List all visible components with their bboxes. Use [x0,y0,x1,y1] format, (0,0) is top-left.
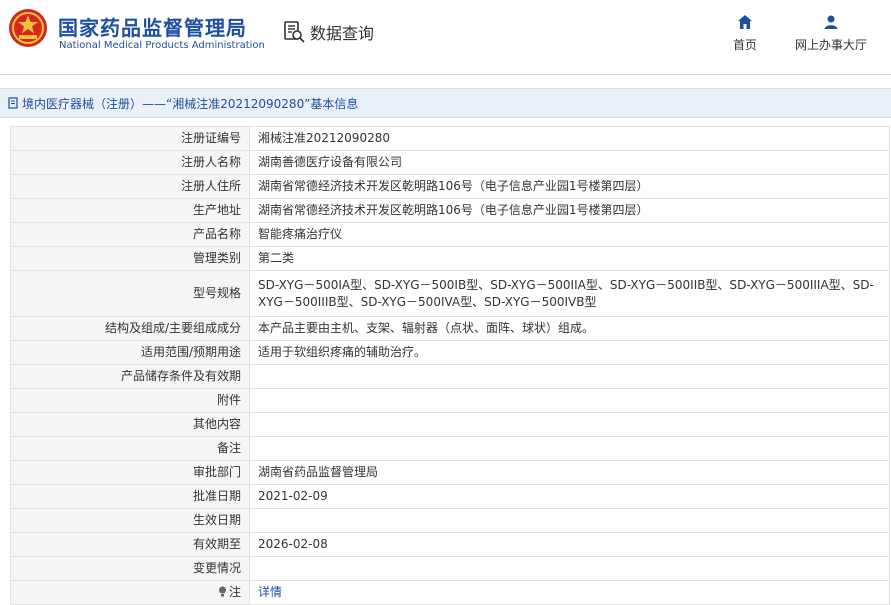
field-value [249,412,890,437]
doc-icon [8,97,18,109]
table-row: 变更情况 [10,556,890,581]
nav-home-label: 首页 [733,38,758,52]
data-query-link[interactable]: 数据查询 [282,20,374,44]
field-value [249,388,890,413]
field-label: 型号规格 [10,270,250,317]
table-row: 生产地址 湖南省常德经济技术开发区乾明路106号（电子信息产业园1号楼第四层） [10,198,890,223]
field-label: 批准日期 [10,484,250,509]
field-label: 生效日期 [10,508,250,533]
field-value: 第二类 [249,246,890,271]
field-value [249,556,890,581]
table-row: 备注 [10,436,890,461]
field-label: 附件 [10,388,250,413]
table-row: 有效期至 2026-02-08 [10,532,890,557]
field-label: 结构及组成/主要组成成分 [10,316,250,341]
table-row: 附件 [10,388,890,413]
field-value: 湖南善德医疗设备有限公司 [249,150,890,175]
field-label: 注册人名称 [10,150,250,175]
breadcrumb-text: 境内医疗器械（注册）——“湘械注准20212090280”基本信息 [22,96,359,111]
field-value: 湖南省药品监督管理局 [249,460,890,485]
field-value: 本产品主要由主机、支架、辐射器（点状、面阵、球状）组成。 [249,316,890,341]
field-label: 管理类别 [10,246,250,271]
site-name-cn[interactable]: 国家药品监督管理局 [58,12,247,41]
field-label-note: 注 [10,580,250,605]
table-row: 管理类别 第二类 [10,246,890,271]
data-query-label: 数据查询 [310,24,375,43]
note-label: 注 [228,585,241,599]
nav-online-service-hall-label: 网上办事大厅 [795,38,868,52]
data-query-icon [284,21,305,43]
table-row: 注册人名称 湖南善德医疗设备有限公司 [10,150,890,175]
table-row: 审批部门 湖南省药品监督管理局 [10,460,890,485]
registration-info-table: 注册证编号 湘械注准20212090280 注册人名称 湖南善德医疗设备有限公司 注… [10,126,890,605]
field-value: 智能疼痛治疗仪 [249,222,890,247]
field-label: 产品名称 [10,222,250,247]
field-value: 适用于软组织疼痛的辅助治疗。 [249,340,890,365]
field-value: 湖南省常德经济技术开发区乾明路106号（电子信息产业园1号楼第四层） [249,174,890,199]
table-row: 型号规格 SD-XYG－500IA型、SD-XYG－500IB型、SD-XYG－5… [10,270,890,317]
field-label: 适用范围/预期用途 [10,340,250,365]
breadcrumb-link[interactable]: 境内医疗器械（注册）——“湘械注准20212090280”基本信息 [8,95,358,112]
field-label: 注册人住所 [10,174,250,199]
field-label: 其他内容 [10,412,250,437]
field-label: 备注 [10,436,250,461]
user-icon [824,15,838,29]
table-row: 注册证编号 湘械注准20212090280 [10,126,890,151]
site-name-en[interactable]: National Medical Products Administration [59,40,265,51]
field-value [249,508,890,533]
field-label: 审批部门 [10,460,250,485]
field-label: 生产地址 [10,198,250,223]
home-icon [738,15,752,29]
table-row: 产品储存条件及有效期 [10,364,890,389]
field-value: 2021-02-09 [249,484,890,509]
table-row: 适用范围/预期用途 适用于软组织疼痛的辅助治疗。 [10,340,890,365]
field-label: 有效期至 [10,532,250,557]
table-row: 生效日期 [10,508,890,533]
table-row: 结构及组成/主要组成成分 本产品主要由主机、支架、辐射器（点状、面阵、球状）组成。 [10,316,890,341]
field-label: 变更情况 [10,556,250,581]
site-header: 国家药品监督管理局 National Medical Products Admi… [0,0,891,75]
table-row: 注 详情 [10,580,890,605]
table-row: 批准日期 2021-02-09 [10,484,890,509]
breadcrumb: 境内医疗器械（注册）——“湘械注准20212090280”基本信息 [0,88,891,118]
field-value [249,364,890,389]
nav-online-service-hall[interactable]: 网上办事大厅 [795,14,867,53]
nav-home[interactable]: 首页 [733,14,757,53]
table-row: 其他内容 [10,412,890,437]
field-value: 湘械注准20212090280 [249,126,890,151]
field-label: 注册证编号 [10,126,250,151]
lightbulb-icon [218,586,226,597]
details-link[interactable]: 详情 [249,580,890,605]
table-row: 注册人住所 湖南省常德经济技术开发区乾明路106号（电子信息产业园1号楼第四层） [10,174,890,199]
field-value: SD-XYG－500IA型、SD-XYG－500IB型、SD-XYG－500II… [249,270,890,317]
field-value: 2026-02-08 [249,532,890,557]
field-label: 产品储存条件及有效期 [10,364,250,389]
field-value: 湖南省常德经济技术开发区乾明路106号（电子信息产业园1号楼第四层） [249,198,890,223]
table-row: 产品名称 智能疼痛治疗仪 [10,222,890,247]
national-emblem-icon [9,9,47,47]
field-value [249,436,890,461]
